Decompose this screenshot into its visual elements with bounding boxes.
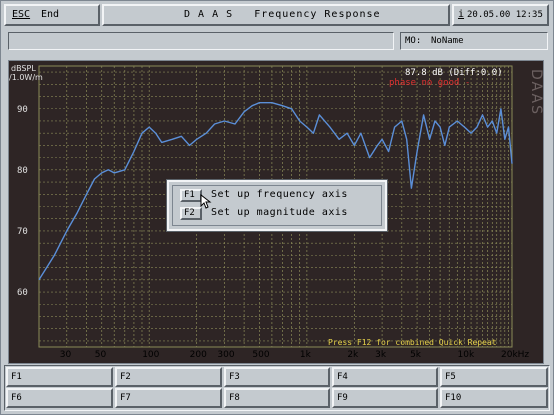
fkey-label: F6	[11, 393, 22, 403]
phase-status-text: phase no good -	[389, 78, 470, 88]
fkey-label: F4	[337, 372, 348, 382]
f2-dialog-key[interactable]: F2	[180, 207, 202, 220]
fkey-button[interactable]: F7	[115, 388, 222, 408]
fkey-label: F8	[229, 393, 240, 403]
window-title: D A A S Frequency Response	[184, 9, 381, 20]
message-field	[8, 32, 394, 50]
fkey-button[interactable]: F3	[224, 367, 330, 387]
end-label: End	[41, 9, 60, 20]
fkey-button[interactable]: F4	[332, 367, 438, 387]
f1-dialog-text[interactable]: Set up frequency axis	[211, 189, 348, 200]
f2-dialog-text[interactable]: Set up magnitude axis	[211, 207, 348, 218]
x-tick-label: 3k	[375, 350, 387, 360]
x-tick-label: 300	[217, 350, 235, 360]
f1-dialog-key[interactable]: F1	[180, 189, 202, 202]
x-tick-label: 100	[142, 350, 160, 360]
y-tick-label: 60	[17, 288, 28, 298]
datetime-box[interactable]: i 20.05.00 12:35	[452, 4, 549, 26]
x-tick-label: 20kHz	[501, 350, 530, 360]
mo-field: MO: NoName	[400, 32, 548, 50]
x-tick-label: 50	[94, 350, 107, 360]
fkey-button[interactable]: F5	[440, 367, 548, 387]
fkey-button[interactable]: F6	[6, 388, 113, 408]
fkey-label: F10	[445, 393, 462, 403]
y-unit-label: dBSPL	[11, 64, 36, 73]
y-tick-label: 90	[17, 105, 28, 115]
mo-value: NoName	[431, 36, 464, 46]
fkey-label: F7	[120, 393, 131, 403]
axis-setup-dialog: F1 Set up frequency axis F2 Set up magni…	[166, 179, 388, 232]
x-tick-label: 2k	[347, 350, 359, 360]
x-tick-label: 10k	[457, 350, 475, 360]
info-icon: i	[458, 9, 465, 20]
db-readout: 87.8 dB (Diff:0.0)	[405, 68, 503, 78]
x-tick-label: 200	[189, 350, 207, 360]
x-tick-label: 500	[252, 350, 270, 360]
datetime-text: 20.05.00 12:35	[467, 10, 543, 20]
mo-label: MO:	[405, 36, 422, 46]
fkey-label: F2	[120, 372, 131, 382]
x-tick-label: 1k	[299, 350, 311, 360]
quick-repeat-note: Press F12 for combined Quick Repeat	[328, 338, 497, 347]
esc-label: ESC	[12, 9, 31, 20]
y-tick-label: 80	[17, 166, 28, 176]
title-bar: D A A S Frequency Response	[102, 4, 450, 26]
y-unit-sublabel: /1.0W/m	[9, 73, 43, 82]
f2-key-label: F2	[184, 208, 195, 218]
y-tick-label: 70	[17, 227, 28, 237]
daas-watermark: DAAS	[528, 69, 543, 116]
f1-key-label: F1	[184, 190, 195, 200]
fkey-button[interactable]: F9	[332, 388, 438, 408]
esc-end-button[interactable]: ESC End	[4, 4, 100, 26]
x-tick-label: 5k	[410, 350, 422, 360]
fkey-label: F5	[445, 372, 456, 382]
fkey-button[interactable]: F10	[440, 388, 548, 408]
fkey-button[interactable]: F2	[115, 367, 222, 387]
fkey-button[interactable]: F1	[6, 367, 113, 387]
fkey-button[interactable]: F8	[224, 388, 330, 408]
fkey-label: F1	[11, 372, 22, 382]
x-tick-label: 30	[59, 350, 72, 360]
mouse-cursor-icon	[200, 194, 212, 209]
fkey-label: F3	[229, 372, 240, 382]
fkey-label: F9	[337, 393, 348, 403]
